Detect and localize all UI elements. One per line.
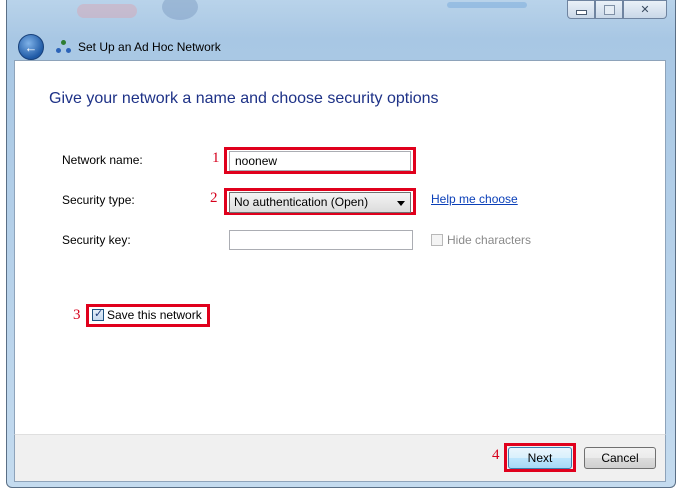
checkmark-icon: ✓ [94,308,104,320]
back-arrow-icon: ← [24,39,38,55]
security-type-select[interactable]: No authentication (Open) [229,192,411,213]
network-name-label: Network name: [62,153,143,167]
annotation-number-1: 1 [212,150,220,166]
ad-hoc-network-icon [56,40,72,54]
cancel-button[interactable]: Cancel [584,447,656,469]
hide-characters-label: Hide characters [447,233,532,247]
next-button[interactable]: Next [508,447,572,469]
hide-characters-checkbox[interactable] [431,234,443,246]
background-glass [162,0,198,20]
back-button[interactable]: ← [18,34,44,60]
maximize-button[interactable] [595,0,623,19]
maximize-icon [603,4,615,15]
save-network-label: Save this network [107,308,202,322]
background-glass [77,4,137,18]
security-type-value: No authentication (Open) [234,195,369,209]
close-button[interactable]: ✕ [623,0,667,19]
save-network-checkbox[interactable]: ✓ [92,308,104,321]
help-me-choose-link[interactable]: Help me choose [431,192,518,206]
security-key-input[interactable] [229,230,413,250]
dropdown-arrow-icon [397,201,405,206]
security-type-label: Security type: [62,193,135,207]
minimize-icon [575,10,587,15]
caption-buttons: ✕ [567,0,667,19]
network-name-input[interactable]: noonew [229,151,411,171]
close-icon: ✕ [640,4,650,16]
page-heading: Give your network a name and choose secu… [49,90,439,107]
window-title: Set Up an Ad Hoc Network [78,40,221,54]
security-key-label: Security key: [62,233,131,247]
annotation-number-2: 2 [210,190,218,206]
annotation-number-4: 4 [492,447,500,463]
minimize-button[interactable] [567,0,595,19]
background-glass [447,2,527,8]
annotation-number-3: 3 [73,307,81,323]
title-bar: ← Set Up an Ad Hoc Network [18,34,221,60]
